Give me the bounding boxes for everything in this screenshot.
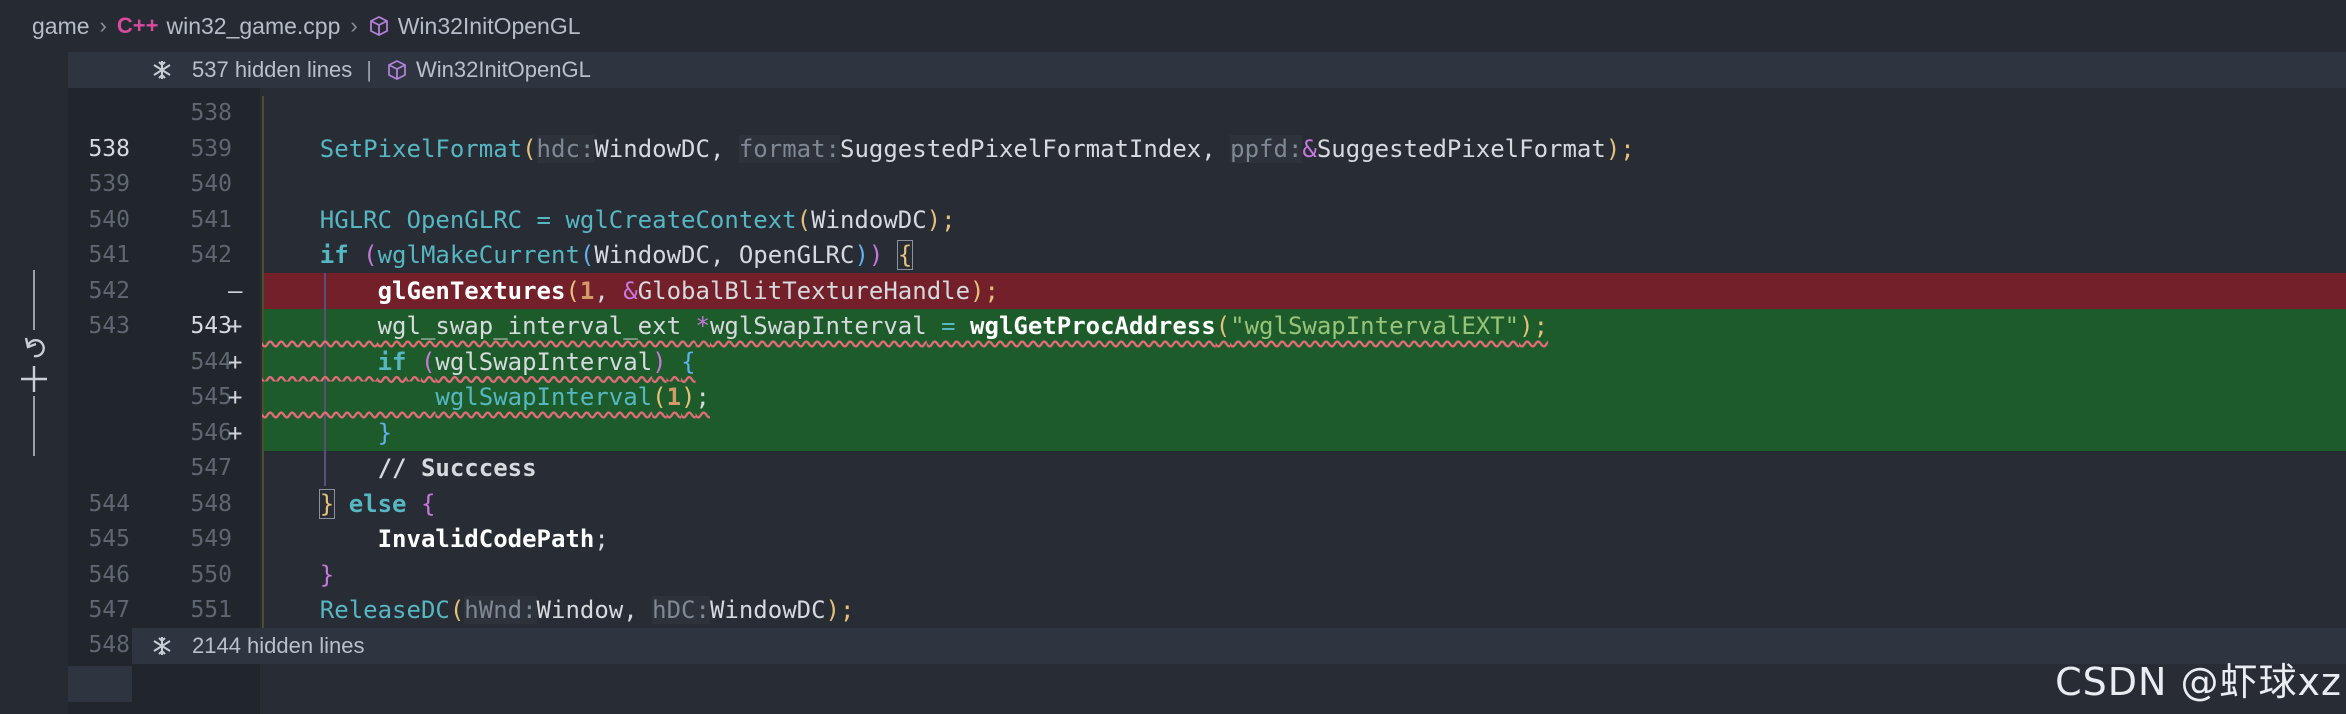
code-line-deleted: 542 — glGenTextures(1, &GlobalBlitTextur… (0, 274, 2346, 310)
old-line-number (68, 416, 130, 452)
new-line-number: 550 (190, 561, 232, 588)
chevron-right-icon: › (99, 13, 107, 38)
old-line-number: 545 (88, 526, 130, 552)
fold-left-cell (68, 666, 132, 702)
added-line-marker: + (228, 418, 243, 447)
old-line-number: 546 (88, 561, 130, 588)
old-line-number (68, 96, 130, 132)
code-text[interactable]: wglSwapInterval(1); (262, 380, 710, 416)
method-cube-icon (368, 15, 390, 37)
new-line-number: 538 (190, 100, 232, 126)
hidden-lines-fold-top[interactable]: 537 hidden lines | Win32InitOpenGL (132, 52, 2346, 88)
old-line-number: 547 (88, 597, 130, 623)
new-line-number: 551 (190, 597, 232, 623)
new-line-number: 546 (190, 419, 232, 446)
code-text[interactable]: } else { (262, 487, 435, 523)
old-line-number: 538 (88, 135, 130, 162)
old-line-number: 542 (88, 277, 130, 304)
code-line: 546 550 } (0, 558, 2346, 594)
code-line: 538 539 SetPixelFormat(hdc:WindowDC, for… (0, 132, 2346, 168)
code-line: 547 // Succcess (0, 451, 2346, 487)
code-line: 541 542 if (wglMakeCurrent(WindowDC, Ope… (0, 238, 2346, 274)
cpp-file-icon: C++ (116, 13, 159, 38)
new-line-number: 539 (190, 135, 232, 162)
new-line-number: 548 (190, 490, 232, 517)
code-text[interactable]: ReleaseDC(hWnd:Window, hDC:WindowDC); (262, 593, 854, 629)
code-text[interactable]: if (wglMakeCurrent(WindowDC, OpenGLRC)) … (262, 238, 914, 274)
code-line-added: 543 543 + wgl_swap_interval_ext *wglSwap… (0, 309, 2346, 345)
code-line-added: 545 + wglSwapInterval(1); (0, 380, 2346, 416)
new-line-number: 541 (190, 206, 232, 233)
breadcrumb-folder[interactable]: game (32, 13, 90, 40)
old-line-number: 543 (88, 313, 130, 339)
code-line: 539 540 (0, 167, 2346, 203)
code-text[interactable]: HGLRC OpenGLRC = wglCreateContext(Window… (262, 203, 956, 239)
unfold-icon[interactable] (132, 635, 192, 657)
old-line-number (68, 345, 130, 381)
new-line-number: 542 (190, 242, 232, 268)
code-text[interactable]: SetPixelFormat(hdc:WindowDC, format:Sugg… (262, 132, 1635, 168)
old-line-number (68, 380, 130, 416)
new-line-number: 540 (190, 171, 232, 197)
code-line: 544 548 } else { (0, 487, 2346, 523)
code-text[interactable]: } (262, 558, 334, 594)
fold-separator: | (366, 57, 372, 82)
chevron-right-icon: › (350, 13, 358, 38)
breadcrumb-file[interactable]: win32_game.cpp (166, 13, 340, 40)
fold-symbol: Win32InitOpenGL (415, 57, 591, 82)
code-line-added: 544 + if (wglSwapInterval) { (0, 345, 2346, 381)
code-line: 538 (0, 96, 2346, 132)
code-text[interactable]: wgl_swap_interval_ext *wglSwapInterval =… (262, 309, 1548, 345)
code-line-added: 546 + } (0, 416, 2346, 452)
unfold-icon[interactable] (132, 59, 192, 81)
new-line-number: 543 (190, 313, 232, 339)
code-line: 547 551 ReleaseDC(hWnd:Window, hDC:Windo… (0, 593, 2346, 629)
code-line: 540 541 HGLRC OpenGLRC = wglCreateContex… (0, 203, 2346, 239)
old-line-number: 540 (88, 206, 130, 233)
breadcrumb: game › C++ win32_game.cpp › Win32InitOpe… (0, 0, 2346, 52)
hidden-lines-fold-bottom[interactable]: 2144 hidden lines (132, 628, 2346, 664)
old-line-number: 541 (88, 242, 130, 268)
code-text[interactable]: if (wglSwapInterval) { (262, 345, 696, 381)
new-line-number: 547 (190, 455, 232, 481)
new-line-number: 545 (190, 384, 232, 410)
added-line-marker: + (228, 312, 243, 340)
code-text[interactable]: } (262, 416, 392, 452)
code-text[interactable]: glGenTextures(1, &GlobalBlitTextureHandl… (262, 274, 999, 310)
breadcrumb-symbol[interactable]: Win32InitOpenGL (398, 13, 581, 40)
method-cube-icon (386, 59, 408, 81)
fold-left-cell (68, 52, 132, 88)
removed-line-marker: — (228, 276, 243, 305)
hidden-lines-count: 537 hidden lines (192, 57, 353, 82)
added-line-marker: + (228, 383, 243, 411)
added-line-marker: + (228, 347, 243, 376)
old-line-number: 544 (88, 490, 130, 517)
code-text[interactable]: InvalidCodePath; (262, 522, 609, 558)
new-line-number: 544 (190, 348, 232, 375)
old-line-number: 539 (88, 171, 130, 197)
old-line-number (68, 451, 130, 487)
old-line-number: 548 (88, 632, 130, 658)
hidden-lines-count: 2144 hidden lines (192, 633, 365, 658)
new-line-number (132, 274, 232, 310)
code-line: 545 549 InvalidCodePath; (0, 522, 2346, 558)
new-line-number: 549 (190, 526, 232, 552)
watermark: CSDN @虾球xz (2055, 660, 2342, 704)
code-text[interactable]: // Succcess (262, 451, 537, 487)
